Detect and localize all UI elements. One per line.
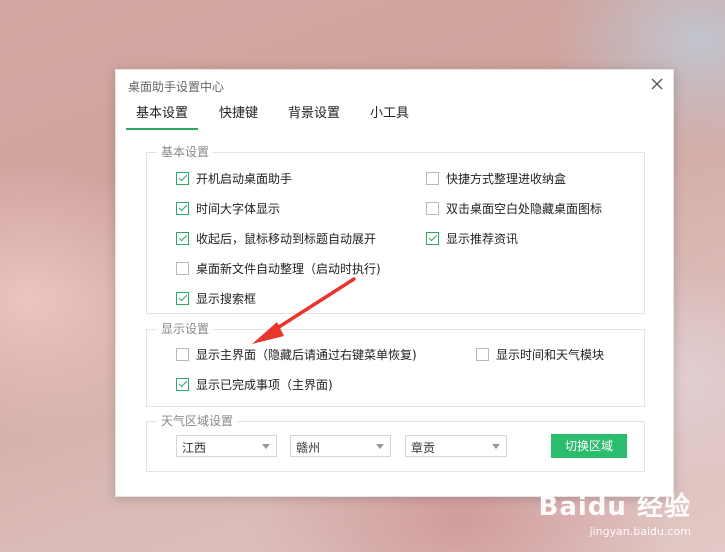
option-show-main-ui[interactable]: 显示主界面（隐藏后请通过右键菜单恢复) [176,345,417,363]
tab-widgets[interactable]: 小工具 [370,102,409,128]
switch-region-button[interactable]: 切换区域 [551,434,627,458]
weather-region-group: 天气区域设置 江西 赣州 章贡 切换区域 [146,412,645,472]
option-large-time-font[interactable]: 时间大字体显示 [176,199,280,217]
option-auto-organize[interactable]: 桌面新文件自动整理（启动时执行) [176,259,381,277]
checkbox-icon[interactable] [176,171,189,185]
city-select[interactable]: 赣州 [290,435,391,457]
tab-background-settings[interactable]: 背景设置 [288,102,340,128]
basic-settings-legend: 基本设置 [157,143,214,161]
tab-basic-settings[interactable]: 基本设置 [125,102,199,130]
checkbox-icon[interactable] [426,171,439,185]
option-show-completed[interactable]: 显示已完成事项（主界面) [176,375,333,393]
option-show-time-weather[interactable]: 显示时间和天气模块 [476,345,604,363]
option-shortcut-to-box[interactable]: 快捷方式整理进收纳盒 [426,169,566,187]
checkbox-icon[interactable] [176,261,189,275]
option-autostart[interactable]: 开机启动桌面助手 [176,169,292,187]
checkbox-icon[interactable] [176,201,189,215]
display-settings-group: 显示设置 显示主界面（隐藏后请通过右键菜单恢复) 显示时间和天气模块 显示已完成… [146,320,645,407]
display-settings-legend: 显示设置 [157,320,214,338]
option-auto-expand[interactable]: 收起后，鼠标移动到标题自动展开 [176,229,376,247]
checkbox-icon[interactable] [176,231,189,245]
checkbox-icon[interactable] [176,347,189,361]
option-show-search[interactable]: 显示搜索框 [176,289,256,307]
weather-region-legend: 天气区域设置 [157,412,238,430]
caret-down-icon [262,444,270,449]
basic-settings-group: 基本设置 开机启动桌面助手 快捷方式整理进收纳盒 时间大字体显示 双击桌面空白处… [146,143,645,314]
county-select[interactable]: 章贡 [405,435,507,457]
watermark-url: jingyan.baidu.com [589,525,691,538]
close-icon[interactable] [649,76,665,92]
settings-dialog: 桌面助手设置中心 基本设置 快捷键 背景设置 小工具 基本设置 开机启动桌面助手… [115,69,674,497]
baidu-watermark: Baidu 经验 jingyan.baidu.com [539,486,691,538]
checkbox-icon[interactable] [476,347,489,361]
checkbox-icon[interactable] [176,377,189,391]
option-show-news[interactable]: 显示推荐资讯 [426,229,518,247]
checkbox-icon[interactable] [176,291,189,305]
checkbox-icon[interactable] [426,201,439,215]
checkbox-icon[interactable] [426,231,439,245]
caret-down-icon [376,444,384,449]
window-title: 桌面助手设置中心 [128,80,225,94]
province-select[interactable]: 江西 [176,435,277,457]
caret-down-icon [492,444,500,449]
tab-shortcuts[interactable]: 快捷键 [219,102,258,128]
option-dblclick-hide-icons[interactable]: 双击桌面空白处隐藏桌面图标 [426,199,602,217]
watermark-brand: Baidu 经验 [538,492,691,522]
